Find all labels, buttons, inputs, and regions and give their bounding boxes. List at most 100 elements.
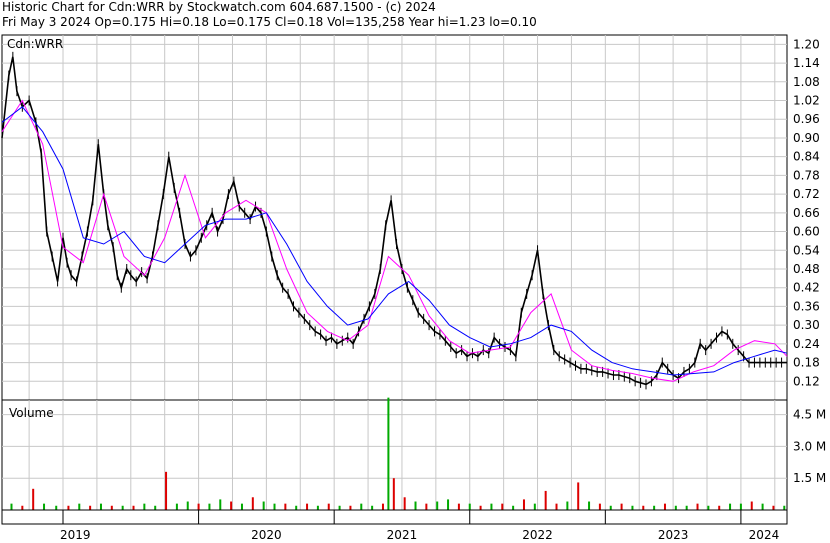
price-y-tick-label: 0.90 bbox=[793, 131, 820, 145]
volume-bar bbox=[457, 503, 460, 510]
volume-bar bbox=[522, 499, 525, 510]
volume-bar bbox=[284, 503, 287, 510]
volume-bar bbox=[403, 497, 406, 510]
volume-bar bbox=[772, 505, 775, 510]
volume-bar bbox=[55, 505, 58, 510]
x-tick-label: 2021 bbox=[387, 528, 418, 542]
volume-bar bbox=[479, 505, 482, 510]
volume-bar bbox=[197, 503, 200, 510]
volume-bar bbox=[609, 505, 612, 510]
volume-bar bbox=[436, 501, 439, 510]
volume-bar bbox=[750, 501, 753, 510]
x-tick-label: 2019 bbox=[60, 528, 91, 542]
volume-bar bbox=[360, 503, 363, 510]
chart-title: Cdn:WRR bbox=[7, 37, 63, 51]
volume-bar bbox=[349, 505, 352, 510]
volume-bar bbox=[642, 505, 645, 510]
volume-bar bbox=[533, 503, 536, 510]
volume-bar bbox=[165, 471, 168, 510]
volume-bar bbox=[501, 503, 504, 510]
volume-bar bbox=[121, 505, 124, 510]
volume-bar bbox=[696, 503, 699, 510]
volume-bar bbox=[110, 505, 113, 510]
volume-bar bbox=[154, 505, 157, 510]
price-y-tick-label: 1.20 bbox=[793, 37, 820, 51]
volume-bar bbox=[32, 488, 35, 510]
volume-bar bbox=[718, 505, 721, 510]
volume-bar bbox=[186, 501, 189, 510]
volume-bar bbox=[447, 499, 450, 510]
volume-bar bbox=[338, 505, 341, 510]
volume-bar bbox=[251, 497, 254, 510]
volume-bar bbox=[555, 503, 558, 510]
volume-bar bbox=[240, 503, 243, 510]
volume-bar bbox=[468, 503, 471, 510]
volume-bar bbox=[653, 505, 656, 510]
volume-bar bbox=[89, 505, 92, 510]
price-y-axis: 1.20 1.14 1.08 1.02 0.96 0.90 0.84 0.78 0.72 0.66… bbox=[793, 37, 820, 388]
volume-bar bbox=[663, 503, 666, 510]
volume-bar bbox=[381, 503, 384, 510]
volume-bar bbox=[631, 505, 634, 510]
volume-bar bbox=[316, 505, 319, 510]
price-y-tick-label: 0.54 bbox=[793, 243, 820, 257]
volume-bar bbox=[327, 503, 330, 510]
volume-bar bbox=[230, 501, 233, 510]
volume-bar bbox=[577, 482, 580, 510]
volume-bar bbox=[392, 478, 395, 510]
volume-bar bbox=[78, 503, 81, 510]
price-y-tick-label: 0.60 bbox=[793, 225, 820, 239]
volume-bar bbox=[512, 505, 515, 510]
x-axis-band bbox=[1, 509, 788, 525]
volume-bar bbox=[295, 505, 298, 510]
volume-bar bbox=[371, 505, 374, 510]
volume-bar bbox=[10, 503, 13, 510]
volume-title: Volume bbox=[9, 406, 54, 420]
volume-bar bbox=[685, 505, 688, 510]
volume-bar bbox=[490, 503, 493, 510]
volume-bar bbox=[588, 501, 591, 510]
price-y-tick-label: 1.02 bbox=[793, 94, 820, 108]
x-tick-label: 2024 bbox=[749, 528, 780, 542]
volume-bar bbox=[99, 503, 102, 510]
volume-bar bbox=[707, 505, 710, 510]
volume-bar bbox=[674, 505, 677, 510]
volume-bar bbox=[208, 503, 211, 510]
volume-bar bbox=[783, 505, 786, 510]
price-y-tick-label: 0.72 bbox=[793, 187, 820, 201]
volume-bar bbox=[739, 503, 742, 510]
volume-y-tick-label: 1.5 M bbox=[793, 471, 826, 485]
price-y-tick-label: 0.24 bbox=[793, 337, 820, 351]
price-y-tick-label: 1.08 bbox=[793, 75, 820, 89]
x-tick-label: 2020 bbox=[251, 528, 282, 542]
volume-bar bbox=[425, 503, 428, 510]
price-y-tick-label: 0.18 bbox=[793, 356, 820, 370]
price-y-tick-label: 0.36 bbox=[793, 299, 820, 313]
volume-bar bbox=[544, 490, 547, 510]
price-y-tick-label: 0.84 bbox=[793, 150, 820, 164]
volume-bar bbox=[761, 503, 764, 510]
price-y-tick-label: 0.96 bbox=[793, 112, 820, 126]
price-panel-frame bbox=[1, 34, 788, 401]
price-y-tick-label: 1.14 bbox=[793, 56, 820, 70]
x-tick-label: 2022 bbox=[522, 528, 553, 542]
price-y-tick-label: 0.66 bbox=[793, 206, 820, 220]
volume-y-axis: 4.5 M 3.0 M 1.5 M bbox=[793, 408, 826, 486]
volume-bar bbox=[21, 505, 24, 510]
volume-bar bbox=[132, 505, 135, 510]
volume-bar bbox=[566, 501, 569, 510]
volume-bar bbox=[620, 503, 623, 510]
price-y-tick-label: 0.12 bbox=[793, 374, 820, 388]
price-y-tick-label: 0.78 bbox=[793, 168, 820, 182]
volume-bar bbox=[387, 397, 390, 510]
volume-bar bbox=[262, 501, 265, 510]
price-volume-chart: 1.20 1.14 1.08 1.02 0.96 0.90 0.84 0.78 0.72 0.66… bbox=[1, 34, 826, 542]
volume-bar bbox=[143, 503, 146, 510]
volume-bar bbox=[598, 503, 601, 510]
volume-y-tick-label: 4.5 M bbox=[793, 408, 826, 422]
x-tick-label: 2023 bbox=[658, 528, 689, 542]
volume-bar bbox=[67, 505, 70, 510]
volume-bar bbox=[43, 503, 46, 510]
volume-bar bbox=[273, 503, 276, 510]
volume-bar bbox=[306, 503, 309, 510]
